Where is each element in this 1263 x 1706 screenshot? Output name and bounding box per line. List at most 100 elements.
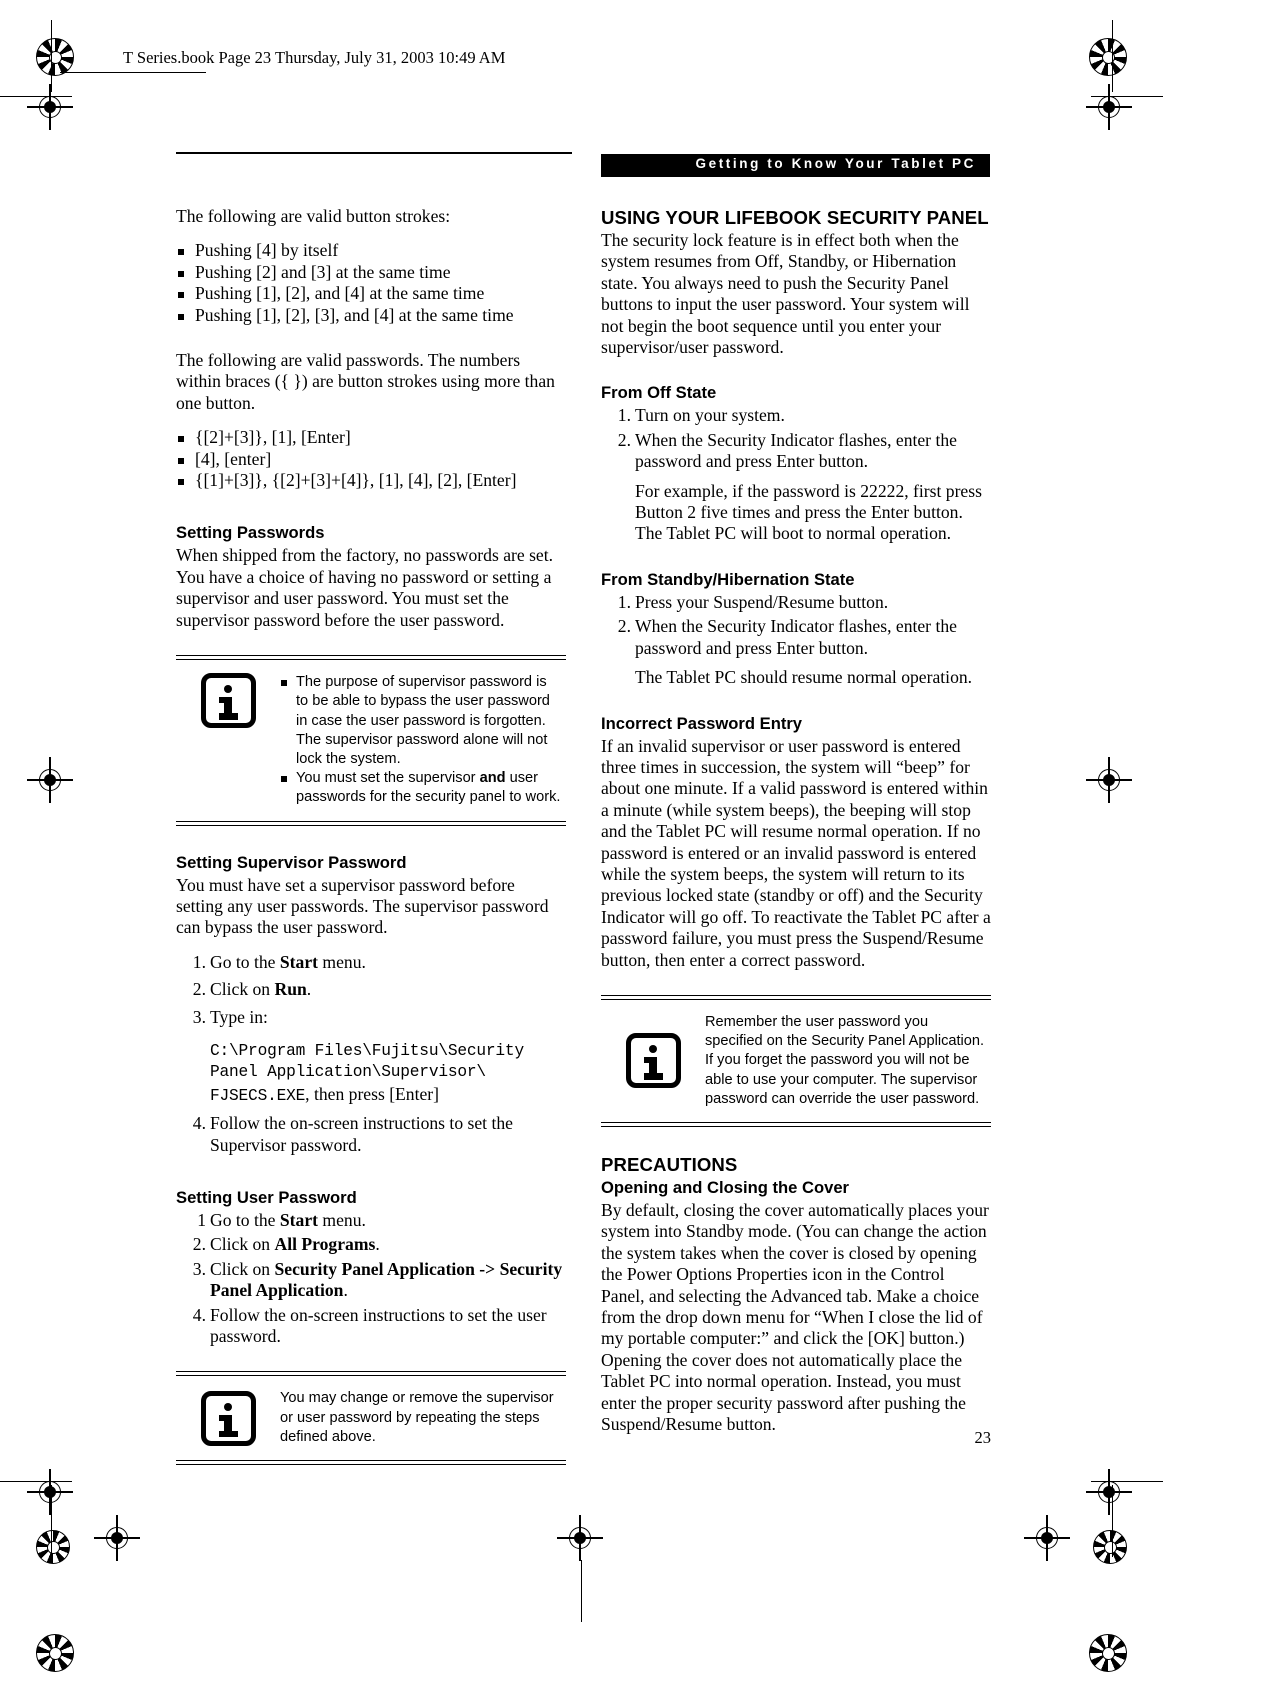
setting-supervisor-steps: 1. Go to the Start menu. 2. Click on Run. … [176, 952, 566, 1028]
note-rule-bottom [176, 1460, 566, 1466]
list-item: Pushing [1], [2], and [4] at the same ti… [176, 283, 566, 304]
heading-setting-passwords: Setting Passwords [176, 523, 325, 543]
registration-target-bottom-right [1089, 1634, 1127, 1672]
code-line: C:\Program Files\Fujitsu\Security [210, 1041, 524, 1060]
step-text-bold: Start [279, 951, 318, 972]
code-line: Panel Application\Supervisor\ [210, 1063, 486, 1082]
list-item: {[2]+[3]}, [1], [Enter] [176, 427, 566, 448]
step-text-pre: Go to the [210, 951, 280, 972]
note-rule-bottom [601, 1121, 991, 1127]
heading-incorrect-password-entry: Incorrect Password Entry [601, 713, 803, 733]
from-off-state-steps: 1. Turn on your system. 2. When the Securi… [601, 405, 991, 472]
info-icon-wrap [601, 1033, 705, 1089]
step-text-bold: Start [279, 1209, 318, 1230]
step-text-pre: Click on [210, 1234, 275, 1255]
step-text: When the Security Indicator flashes, ent… [635, 429, 957, 472]
list-item: 4. Follow the on-screen instructions to s… [176, 1113, 566, 1156]
step-number: 1. [617, 591, 631, 612]
slug-rule [60, 72, 206, 74]
step-text-post: . [343, 1280, 348, 1301]
heading-from-off-state: From Off State [601, 383, 717, 403]
crop-mark-top-left-v [51, 20, 53, 92]
list-item: 2. Click on All Programs. [176, 1234, 566, 1255]
crop-mark-top-left-h [0, 96, 72, 98]
valid-strokes-intro: The following are valid button strokes: [176, 206, 451, 226]
note-text: The purpose of supervisor password is to… [280, 673, 566, 807]
list-item: 2. When the Security Indicator flashes, e… [601, 430, 991, 473]
heading-precautions: PRECAUTIONS [601, 1153, 738, 1175]
note-bullet: You must set the supervisor and user pas… [280, 769, 562, 807]
from-standby-state-steps: 1. Press your Suspend/Resume button. 2. Wh… [601, 592, 991, 659]
valid-passwords-intro: The following are valid passwords. The n… [176, 350, 555, 413]
step-text-bold: Run [274, 979, 307, 1000]
step-text-pre: Type in: [210, 1006, 268, 1027]
info-icon-wrap [176, 673, 280, 729]
step-number: 2. [192, 1234, 206, 1255]
list-item: 1. Go to the Start menu. [176, 952, 566, 973]
step-number: 4. [192, 1113, 206, 1134]
crop-mark-bottom-left-v [51, 1485, 53, 1557]
list-item: 3. Click on Security Panel Application ->… [176, 1259, 566, 1302]
crop-mark-bottom-right-v [1112, 1485, 1114, 1557]
step-text: When the Security Indicator flashes, ent… [635, 616, 957, 658]
valid-passwords-list: {[2]+[3]}, [1], [Enter] [4], [enter] {[1… [176, 427, 566, 491]
list-item: 1 Go to the Start menu. [176, 1210, 566, 1231]
page-number: 23 [974, 1428, 992, 1447]
note-rule-top [176, 655, 566, 661]
list-item: 3. Type in: [176, 1007, 566, 1028]
from-standby-state-note: The Tablet PC should resume normal opera… [635, 667, 973, 688]
code-line-tail: , then press [Enter] [305, 1083, 440, 1104]
using-security-panel-body: The security lock feature is in effect b… [601, 230, 970, 358]
from-off-state-example: For example, if the password is 22222, f… [635, 480, 982, 544]
note-bullet-pre: You must set the supervisor [296, 770, 480, 787]
step-text-bold: All Programs [274, 1234, 376, 1255]
running-head-bar: Getting to Know Your Tablet PC [601, 154, 990, 177]
info-icon-wrap [176, 1390, 280, 1446]
supervisor-path-code: C:\Program Files\Fujitsu\Security Panel … [210, 1041, 566, 1107]
crop-mark-bottom-right-h [1091, 1481, 1163, 1483]
note-box-change-password: You may change or remove the supervisor … [176, 1371, 566, 1466]
incorrect-password-entry-body: If an invalid supervisor or user passwor… [601, 735, 991, 970]
setting-supervisor-body: You must have set a supervisor password … [176, 874, 549, 938]
registration-target-top-right [1089, 38, 1127, 76]
valid-strokes-list: Pushing [4] by itself Pushing [2] and [3… [176, 240, 566, 326]
heading-opening-closing-cover: Opening and Closing the Cover [601, 1177, 849, 1197]
left-column: The following are valid button strokes: … [176, 206, 566, 1466]
registration-target-bottom-center-left [36, 1530, 70, 1564]
list-item: {[1]+[3]}, {[2]+[3]+[4]}, [1], [4], [2],… [176, 470, 566, 491]
note-bullet-list: The purpose of supervisor password is to… [280, 673, 562, 807]
step-number: 2. [617, 429, 631, 450]
registration-target-bottom-center-right [1093, 1530, 1127, 1564]
step-text: Turn on your system. [635, 405, 785, 426]
heading-setting-user-password: Setting User Password [176, 1187, 357, 1207]
step-number: 1. [617, 405, 631, 426]
step-number: 1. [192, 951, 206, 972]
note-rule-top [176, 1371, 566, 1377]
step-number: 3. [192, 1006, 206, 1027]
note-text: You may change or remove the supervisor … [280, 1390, 554, 1445]
note-rule-bottom [176, 820, 566, 826]
code-line: FJSECS.EXE, then press [Enter] [210, 1084, 566, 1107]
list-item: 1. Press your Suspend/Resume button. [601, 592, 991, 613]
note-box-remember-password: Remember the user password you specified… [601, 994, 991, 1127]
heading-from-standby-state: From Standby/Hibernation State [601, 569, 855, 589]
step-number: 3. [192, 1258, 206, 1279]
heading-using-security-panel: USING YOUR LIFEBOOK SECURITY PANEL [601, 207, 989, 228]
step-number: 1 [197, 1209, 206, 1230]
list-item: Pushing [2] and [3] at the same time [176, 262, 566, 283]
setting-supervisor-steps-cont: 4. Follow the on-screen instructions to s… [176, 1113, 566, 1156]
step-text-post: . [306, 979, 312, 1000]
list-item: 2. When the Security Indicator flashes, e… [601, 616, 991, 659]
step-text-pre: Click on [210, 979, 275, 1000]
step-text-post: menu. [318, 1209, 366, 1230]
registration-cross-right-middle [1086, 757, 1132, 803]
file-slug: T Series.book Page 23 Thursday, July 31,… [123, 48, 506, 67]
